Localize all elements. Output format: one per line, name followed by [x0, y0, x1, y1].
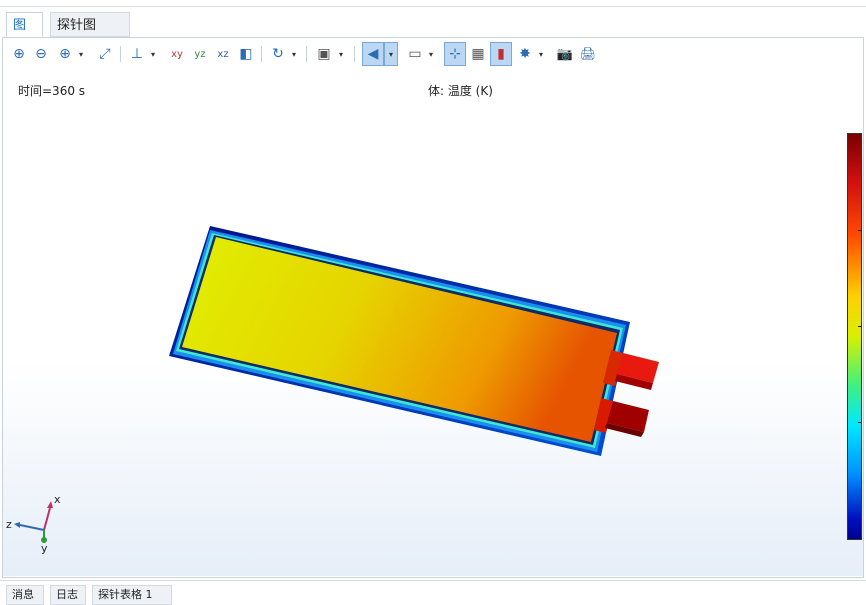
- view-xy-icon[interactable]: xy: [166, 42, 188, 66]
- toolbar-separator: [120, 46, 121, 62]
- zoom-in-icon[interactable]: ⊕: [8, 42, 30, 66]
- colorbar-tick: [858, 230, 862, 231]
- scene-light-icon[interactable]: ✸: [514, 42, 536, 66]
- zoom-extents-icon[interactable]: ⤢: [94, 42, 116, 66]
- view-options-icon[interactable]: ▭: [404, 42, 426, 66]
- tab-probe-plot[interactable]: 探针图 1✕: [50, 12, 130, 58]
- rotate-icon[interactable]: ↻: [267, 42, 289, 66]
- transparency-icon[interactable]: ▣: [313, 42, 335, 66]
- axis-x-label: x: [54, 493, 61, 506]
- 3d-viewport[interactable]: [3, 100, 863, 576]
- toolbar-separator: [261, 46, 262, 62]
- window-top-edge: [0, 0, 866, 7]
- axis-triad: x z y: [6, 493, 61, 555]
- zoom-box-icon[interactable]: ⊕: [54, 42, 76, 66]
- axis-orientation-icon[interactable]: ⊥: [126, 42, 148, 66]
- chevron-down-icon[interactable]: ▾: [384, 42, 398, 66]
- chevron-down-icon[interactable]: ▾: [148, 42, 158, 66]
- colorbar-tick: [858, 422, 862, 423]
- chevron-down-icon[interactable]: ▾: [76, 42, 86, 66]
- reset-view-icon[interactable]: ◧: [235, 42, 257, 66]
- time-label: 时间=360 s: [18, 84, 86, 98]
- print-icon[interactable]: 🖨: [577, 42, 599, 66]
- view-yz-icon[interactable]: yz: [189, 42, 211, 66]
- tab-messages[interactable]: 消息: [6, 585, 44, 605]
- zoom-out-icon[interactable]: ⊖: [30, 42, 52, 66]
- battery-body: [182, 237, 617, 442]
- view-xz-icon[interactable]: xz: [212, 42, 234, 66]
- colorbar: [847, 133, 862, 540]
- toolbar-separator: [306, 46, 307, 62]
- axis-z-label: z: [6, 518, 12, 531]
- legend-icon[interactable]: ▮: [490, 42, 512, 66]
- tab-log[interactable]: 日志: [50, 585, 86, 605]
- render-mode-icon[interactable]: ◀: [362, 42, 384, 66]
- chevron-down-icon[interactable]: ▾: [426, 42, 436, 66]
- graphics-toolbar: ⊕ ⊖ ⊕ ▾ ⤢ ⊥ ▾ xy yz xz ◧ ↻ ▾ ▣ ▾ ◀ ▾ ▭ ▾…: [6, 42, 606, 68]
- chevron-down-icon[interactable]: ▾: [536, 42, 546, 66]
- tab-probe-table[interactable]: 探针表格 1: [92, 585, 172, 605]
- colorbar-tick: [858, 326, 862, 327]
- bottom-tab-bar: 消息 日志 探针表格 1: [0, 580, 866, 605]
- battery-model: [169, 226, 659, 456]
- axis-toggle-icon[interactable]: ⊹: [444, 42, 466, 66]
- toolbar-separator: [354, 46, 355, 62]
- volume-label: 体: 温度 (K): [428, 84, 493, 98]
- axis-y-label: y: [41, 542, 48, 555]
- grid-icon[interactable]: ▦: [467, 42, 489, 66]
- chevron-down-icon[interactable]: ▾: [289, 42, 299, 66]
- graphics-tab-bar: 图形 探针图 1✕: [0, 7, 866, 58]
- chevron-down-icon[interactable]: ▾: [336, 42, 346, 66]
- tab-graphics[interactable]: 图形: [6, 12, 43, 58]
- camera-icon[interactable]: 📷: [554, 42, 576, 66]
